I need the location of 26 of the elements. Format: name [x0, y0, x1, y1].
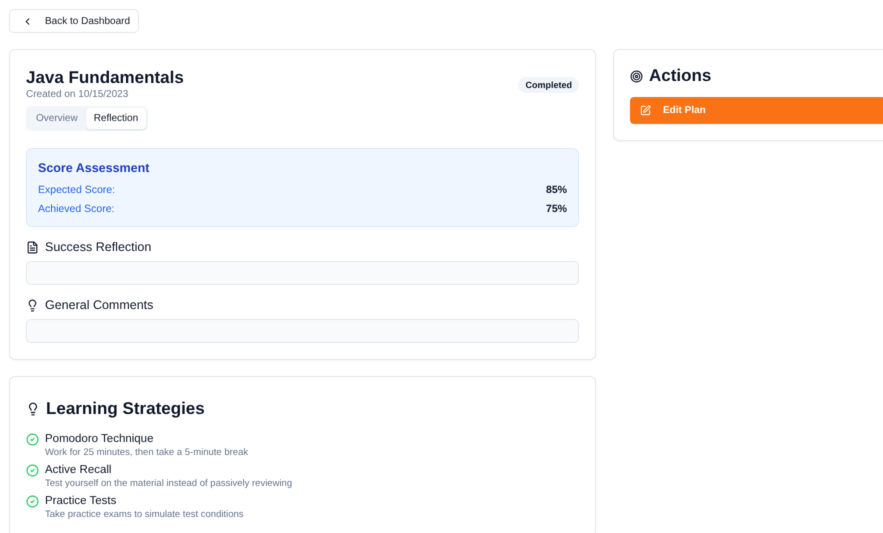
strategy-name: Pomodoro Technique [45, 433, 154, 445]
tab[interactable]: Reflection [86, 108, 146, 129]
score-label: Achieved Score: [38, 203, 114, 215]
strategy-name: Practice Tests [45, 495, 118, 507]
actions-title: Actions [649, 66, 712, 86]
strategy-description: Work for 25 minutes, then take a 5-minute break [45, 447, 248, 458]
lightbulb-icon [26, 298, 39, 312]
score-value: 75% [546, 203, 567, 215]
section-title: General Comments [45, 298, 154, 312]
document-icon [26, 240, 39, 254]
edit-icon [640, 105, 651, 116]
status-badge: Completed [518, 77, 579, 93]
score-title: Score Assessment [38, 161, 150, 175]
target-icon [630, 70, 643, 82]
strategy-name: Active Recall [45, 464, 112, 476]
score-value: 85% [546, 184, 567, 196]
strategy-description: Take practice exams to simulate test conditions [45, 509, 244, 520]
strategies-title: Learning Strategies [46, 399, 205, 419]
back-button[interactable]: Back to Dashboard [9, 9, 140, 33]
lightbulb-icon [26, 402, 40, 416]
strategy-description: Test yourself on the material instead of passively reviewing [45, 478, 292, 489]
section-title: Success Reflection [45, 240, 152, 254]
score-label: Expected Score: [38, 184, 116, 196]
plan-title: Java Fundamentals [26, 68, 184, 88]
created-date: Created on 10/15/2023 [26, 89, 130, 100]
tab[interactable]: Overview [28, 108, 86, 129]
